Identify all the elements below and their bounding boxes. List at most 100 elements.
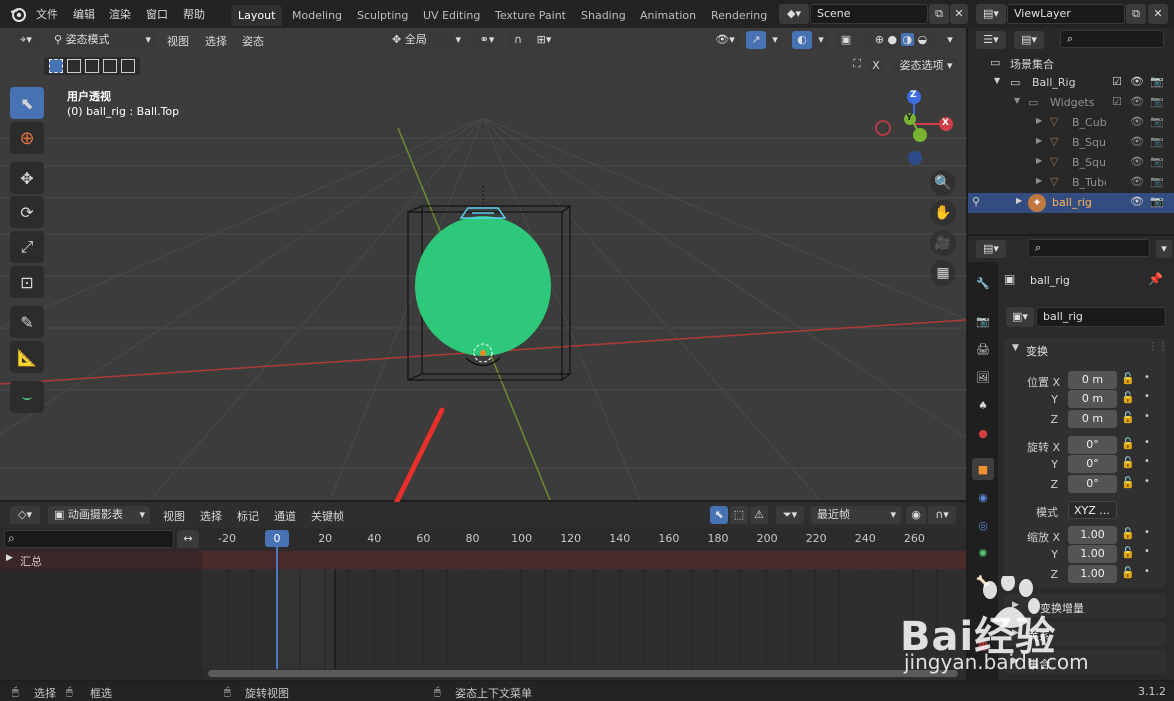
camera-render-icon[interactable]: 📷 [1150,95,1164,108]
menu-pose[interactable]: 姿态 [242,33,264,49]
keyframe-dot-icon[interactable]: • [1144,437,1150,448]
new-view-layer-icon[interactable]: ⧉ [1126,4,1146,24]
tab-object[interactable]: ■ [972,458,994,480]
rendered-shading-icon[interactable]: ◒ [918,33,928,46]
lock-icon[interactable]: 🔓 [1121,527,1135,540]
overlay-toggle[interactable]: ◐ [792,31,812,49]
collapse-chevron-icon[interactable]: ▼ [1012,343,1019,353]
tab-uv-editing[interactable]: UV Editing [416,5,487,26]
tool-transform[interactable]: ⊡ [10,266,44,298]
new-scene-icon[interactable]: ⧉ [929,4,949,24]
tab-world[interactable]: ● [972,422,994,444]
scene-name-field[interactable]: Scene [810,4,928,24]
editor-type-button[interactable]: ⌖▾ [10,31,42,49]
tab-modeling[interactable]: Modeling [285,5,349,26]
outliner-row-b-tube[interactable]: ▶ ▽ B_Tube 👁 📷 [968,173,1174,193]
select-new-icon[interactable] [49,59,63,73]
expand-triangle-icon[interactable]: ▶ [6,553,13,563]
snapping-dropdown[interactable]: 最近帧 ▾ [811,506,901,524]
lock-icon[interactable]: 🔓 [1121,372,1135,385]
delete-scene-icon[interactable]: ✕ [950,4,968,24]
eye-icon[interactable]: 👁 [1130,175,1144,188]
tab-texture-paint[interactable]: Texture Paint [488,5,573,26]
tool-scale[interactable]: ⤢ [10,231,44,263]
tab-modifiers[interactable]: ◉ [972,486,994,508]
proportional-edit-toggle[interactable]: ◉ [906,506,926,524]
playhead-line[interactable] [276,547,278,669]
camera-render-icon[interactable]: 📷 [1150,135,1164,148]
dopesheet-mode-dropdown[interactable]: ▣ 动画摄影表 ▾ [48,506,150,524]
channel-search-input[interactable] [4,530,174,548]
exclude-checkbox-icon[interactable]: ☑ [1112,95,1122,108]
lock-icon[interactable]: 🔓 [1121,411,1135,424]
sync-visibility-toggle[interactable]: ↔ [177,530,199,548]
gizmo-toggle[interactable]: ↗ [746,31,766,49]
properties-editor-type-button[interactable]: ▤▾ [976,240,1006,258]
outliner-search-input[interactable]: ⌕ [1060,30,1164,48]
pin-icon[interactable]: 📌 [1148,272,1163,286]
exclude-checkbox-icon[interactable]: ☑ [1112,75,1122,88]
menu-view[interactable]: 视图 [167,33,189,49]
camera-render-icon[interactable]: 📷 [1150,155,1164,168]
expand-triangle-icon[interactable]: ▶ [1016,196,1022,205]
collapse-triangle-icon[interactable]: ▼ [1014,96,1020,105]
location-z-field[interactable]: 0 m [1068,410,1117,428]
blender-logo-icon[interactable] [9,5,27,23]
pan-button[interactable]: ✋ [930,200,956,226]
eye-icon[interactable]: 👁 [1130,115,1144,128]
expand-triangle-icon[interactable]: ▶ [1036,156,1042,165]
3d-viewport[interactable] [0,28,966,500]
pivot-button[interactable]: ⚭▾ [472,31,502,49]
collapse-triangle-icon[interactable]: ▼ [994,76,1000,85]
shading-dropdown[interactable]: ▾ [942,31,958,49]
location-x-field[interactable]: 0 m [1068,371,1117,389]
tab-layout[interactable]: Layout [231,5,283,26]
only-selected-toggle[interactable]: ⬉ [710,506,728,524]
camera-render-icon[interactable]: 📷 [1150,195,1164,208]
xray-toggle[interactable]: ▣ [836,31,856,49]
pose-options-dropdown[interactable]: 姿态选项 ▾ [892,57,960,75]
lock-icon[interactable]: 🔓 [1121,546,1135,559]
outliner-editor-type-button[interactable]: ☰▾ [976,31,1006,49]
mirror-icon[interactable]: ⛶ [848,57,866,75]
keyframe-dot-icon[interactable]: • [1144,391,1150,402]
mode-dropdown[interactable]: ⚲ 姿态模式 ▾ [48,31,156,49]
dopesheet-menu-marker[interactable]: 标记 [237,508,259,524]
rotation-y-field[interactable]: 0° [1068,455,1117,473]
outliner-row-b-square-2[interactable]: ▶ ▽ B_Squa 👁 📷 [968,153,1174,173]
lock-icon[interactable]: 🔓 [1121,456,1135,469]
overlay-dropdown[interactable]: ▾ [813,31,829,49]
frame-ruler[interactable] [202,528,966,550]
eye-icon[interactable]: 👁 [1130,95,1144,108]
transform-panel-title[interactable]: 变换 [1026,343,1048,359]
zoom-button[interactable]: 🔍 [930,170,956,196]
tool-measure[interactable]: 📐 [10,341,44,373]
tab-output[interactable]: 🖨 [972,338,994,360]
scale-y-field[interactable]: 1.00 [1068,545,1117,563]
menu-select[interactable]: 选择 [205,33,227,49]
lock-icon[interactable]: 🔓 [1121,437,1135,450]
lock-icon[interactable]: 🔓 [1121,391,1135,404]
material-shading-icon[interactable]: ◑ [900,33,915,46]
outliner-row-ball-rig-collection[interactable]: ▼ ▭ Ball_Rig ☑ 👁 📷 [968,73,1174,93]
outliner-row-b-square-1[interactable]: ▶ ▽ B_Squa 👁 📷 [968,133,1174,153]
tool-move[interactable]: ✥ [10,162,44,194]
tab-sculpting[interactable]: Sculpting [350,5,415,26]
menu-window[interactable]: 窗口 [146,6,168,22]
eye-icon[interactable]: 👁 [1130,155,1144,168]
expand-triangle-icon[interactable]: ▶ [1036,136,1042,145]
mirror-x-toggle[interactable]: X [868,57,884,75]
camera-render-icon[interactable]: 📷 [1150,75,1164,88]
eye-icon[interactable]: 👁 [1130,135,1144,148]
navigation-gizmo[interactable]: Z Y X [874,88,958,168]
tab-tool[interactable]: 🔧 [972,272,994,294]
tab-scene[interactable]: ♠ [972,394,994,416]
view-layer-selector-button[interactable]: ▤▾ [976,4,1006,24]
keyframe-dot-icon[interactable]: • [1144,372,1150,383]
rotation-x-field[interactable]: 0° [1068,436,1117,454]
pose-mode-icon[interactable]: ⚲ [972,195,980,208]
snap-toggle[interactable]: ∩ [508,31,528,49]
select-intersect-icon[interactable] [121,59,135,73]
properties-options-dropdown[interactable]: ▾ [1156,240,1172,258]
tab-physics[interactable]: ◎ [972,514,994,536]
